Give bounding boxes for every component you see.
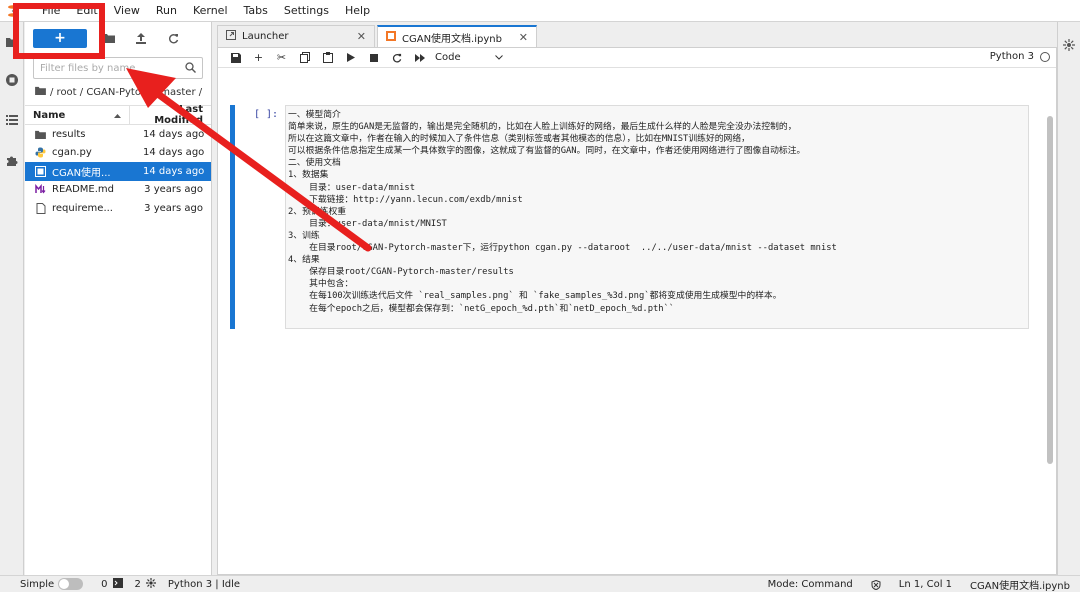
- cell-source-line: 4、结果: [288, 255, 320, 266]
- notebook-toolbar: + ✂ Code Python 3: [218, 48, 1056, 68]
- file-icon: [35, 202, 46, 214]
- menu-bar: File Edit View Run Kernel Tabs Settings …: [0, 0, 1080, 22]
- kernel-status-text[interactable]: Python 3 | Idle: [168, 579, 240, 590]
- tab-launcher[interactable]: Launcher ✕: [217, 25, 375, 47]
- run-icon[interactable]: [339, 48, 362, 68]
- cell-source-line: 在目录root/CGAN-Pytorch-master下，运行python cg…: [288, 243, 837, 254]
- filter-files-input[interactable]: [40, 62, 180, 74]
- extensions-puzzle-icon[interactable]: [0, 148, 24, 172]
- file-row-readme[interactable]: README.md 3 years ago: [25, 181, 211, 200]
- cell-source-line: 3、训练: [288, 230, 320, 241]
- chevron-down-icon: [494, 52, 503, 63]
- file-row-requirements[interactable]: requireme... 3 years ago: [25, 199, 211, 218]
- paste-icon[interactable]: [316, 48, 339, 68]
- menu-tabs[interactable]: Tabs: [236, 0, 276, 22]
- cell-collapser[interactable]: [230, 105, 235, 329]
- status-bar-right: Mode: Command Ln 1, Col 1 CGAN使用文档.ipynb: [750, 576, 1070, 592]
- cell-source-line: 一、模型简介: [288, 110, 341, 120]
- folder-icon: [35, 86, 46, 98]
- file-row-cgan-py[interactable]: cgan.py 14 days ago: [25, 144, 211, 163]
- kernel-gear-icon: [145, 577, 156, 591]
- status-bar: Simple 0 2 Python 3 | Idle Mode: Command…: [0, 575, 1080, 592]
- python-icon: [35, 147, 46, 158]
- insert-cell-icon[interactable]: +: [247, 48, 270, 68]
- cell-source-line: 2、预训练权重: [288, 206, 347, 217]
- cell-source-line: 在每100次训练迭代后文件 `real_samples.png` 和 `fake…: [288, 291, 782, 302]
- cell-source-line: 保存目录root/CGAN-Pytorch-master/results: [288, 267, 514, 278]
- menu-view[interactable]: View: [106, 0, 148, 22]
- cut-icon[interactable]: ✂: [270, 48, 293, 68]
- notebook-icon: [35, 165, 46, 177]
- breadcrumb[interactable]: / root / CGAN-Pytorch-master /: [25, 79, 211, 105]
- cell-source-line: 其中包含：: [288, 279, 354, 290]
- stop-icon[interactable]: [362, 48, 385, 68]
- cell-source-line: 下载链接：http://yann.lecun.com/exdb/mnist: [288, 194, 523, 205]
- notebook-cell[interactable]: [ ]: 一、模型简介简单来说，原生的GAN是无监督的，输出是完全随机的，比如在…: [230, 105, 1029, 329]
- close-icon[interactable]: ✕: [357, 30, 366, 43]
- annotation-highlight-box: [13, 3, 105, 59]
- main-dock-area: Launcher ✕ CGAN使用文档.ipynb ✕ + ✂ Code Pyt…: [217, 22, 1057, 575]
- breadcrumb-path[interactable]: / root / CGAN-Pytorch-master /: [50, 87, 202, 98]
- simple-mode-toggle[interactable]: [58, 578, 84, 590]
- property-inspector-icon[interactable]: [1058, 34, 1080, 56]
- close-icon[interactable]: ✕: [519, 31, 528, 44]
- fast-forward-icon[interactable]: [408, 48, 431, 68]
- search-icon: [185, 62, 196, 76]
- running-sessions-icon[interactable]: [0, 68, 24, 92]
- menu-kernel[interactable]: Kernel: [185, 0, 236, 22]
- name-column-header[interactable]: Name: [25, 106, 130, 124]
- copy-icon[interactable]: [293, 48, 316, 68]
- upload-icon[interactable]: [125, 28, 157, 48]
- cell-source-line: 二、使用文档: [288, 158, 341, 169]
- sort-caret-icon: [114, 110, 121, 121]
- simple-mode-label: Simple: [20, 578, 55, 590]
- cell-source-line: 1、数据集: [288, 170, 329, 181]
- folder-icon: [35, 129, 46, 140]
- terminals-count[interactable]: 0: [101, 577, 123, 591]
- cell-editor[interactable]: 一、模型简介简单来说，原生的GAN是无监督的，输出是完全随机的，比如在人脸上训练…: [285, 105, 1029, 329]
- file-row-cgan-notebook[interactable]: CGAN使用... 14 days ago: [25, 162, 211, 181]
- refresh-icon[interactable]: [157, 28, 189, 48]
- left-activity-bar: [0, 22, 24, 575]
- kernel-indicator[interactable]: Python 3: [990, 51, 1050, 62]
- cell-source-line: 目录：user-data/mnist/MNIST: [288, 218, 447, 229]
- cell-type-select[interactable]: Code: [435, 52, 503, 63]
- filter-files-search[interactable]: [33, 57, 203, 79]
- cell-source-line: 在每个epoch之后，模型都会保存到：`netG_epoch_%d.pth`和`…: [288, 303, 675, 314]
- notebook-scrollbar[interactable]: [1046, 68, 1054, 575]
- markdown-icon: [35, 184, 46, 195]
- cell-source-line: 可以根据条件信息指定生成某一个具体数字的图像，这就成了有监督的GAN。同时，在文…: [288, 146, 806, 157]
- file-list-header: Name Last Modified: [25, 104, 211, 126]
- last-modified-column-header[interactable]: Last Modified: [130, 104, 211, 126]
- tab-bar: Launcher ✕ CGAN使用文档.ipynb ✕: [217, 25, 539, 47]
- terminal-icon: [112, 577, 123, 591]
- file-browser-panel: + / root / CGAN-Pytorch-master / Name La…: [25, 22, 212, 575]
- cell-prompt: [ ]:: [254, 109, 279, 120]
- menu-help[interactable]: Help: [337, 0, 378, 22]
- current-filename: CGAN使用文档.ipynb: [970, 581, 1070, 592]
- kernels-count[interactable]: 2: [135, 577, 156, 591]
- save-icon[interactable]: [224, 48, 247, 68]
- cell-source-line: 简单来说，原生的GAN是无监督的，输出是完全随机的，比如在人脸上训练好的网络，最…: [288, 122, 797, 133]
- notebook-icon: [386, 30, 396, 44]
- table-of-contents-icon[interactable]: [0, 108, 24, 132]
- kernel-idle-icon: [1040, 51, 1050, 62]
- cursor-position[interactable]: Ln 1, Col 1: [899, 579, 952, 590]
- right-sidebar: [1057, 22, 1080, 575]
- menu-settings[interactable]: Settings: [276, 0, 337, 22]
- restart-icon[interactable]: [385, 48, 408, 68]
- scrollbar-thumb[interactable]: [1047, 116, 1053, 464]
- cell-source-line: 目录：user-data/mnist: [288, 182, 416, 193]
- cell-source-line: 所以在这篇文章中，作者在输入的时候加入了条件信息（类别标签或者其他模态的信息），…: [288, 134, 750, 145]
- notebook-panel: + ✂ Code Python 3 [ ]: 一、模型简介简单来说，原生的GAN…: [217, 47, 1057, 575]
- mode-indicator: Mode: Command: [767, 579, 853, 590]
- file-row-results[interactable]: results 14 days ago: [25, 125, 211, 144]
- launcher-icon: [226, 30, 236, 43]
- menu-run[interactable]: Run: [148, 0, 185, 22]
- trusted-shield-icon[interactable]: [871, 579, 881, 590]
- tab-cgan-notebook[interactable]: CGAN使用文档.ipynb ✕: [377, 25, 537, 47]
